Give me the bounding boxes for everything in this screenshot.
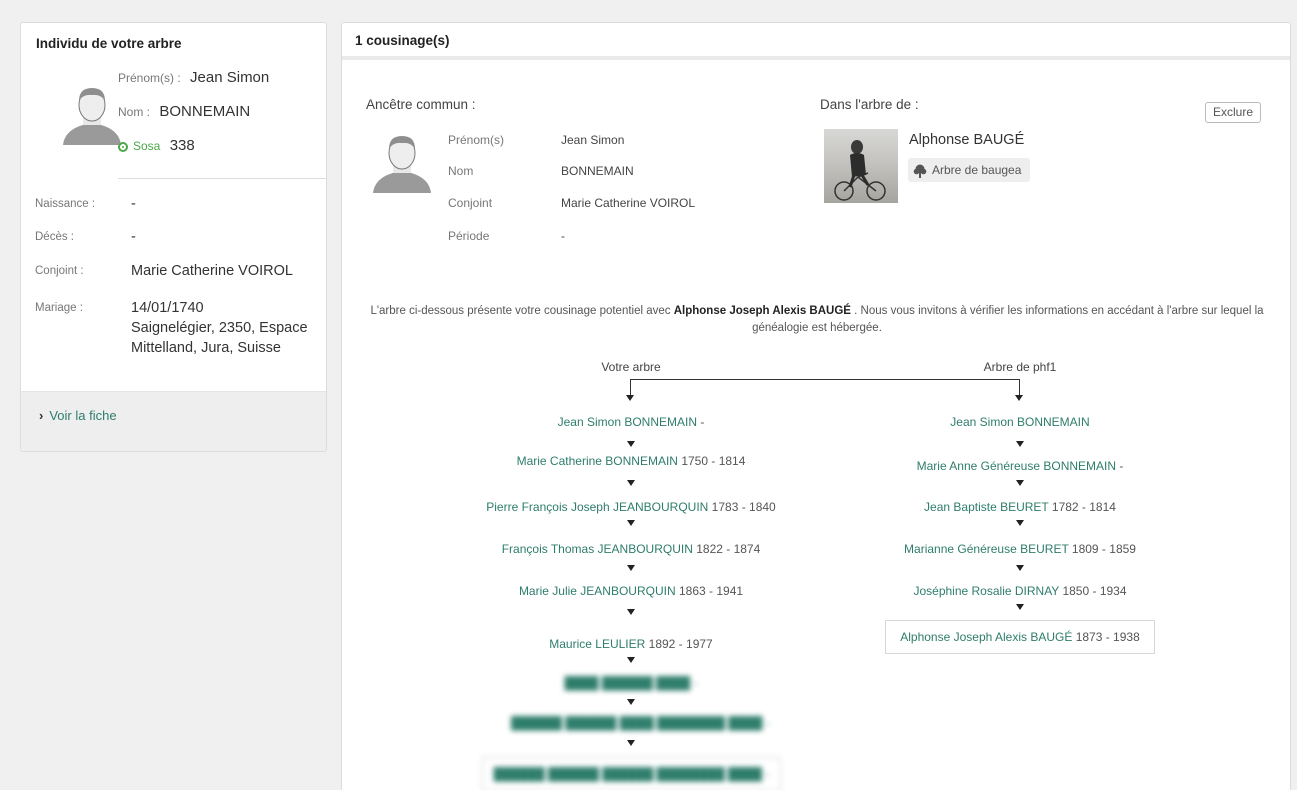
tree-link-label: Arbre de baugea (932, 163, 1022, 177)
prenom-label: Prénom(s) : (118, 71, 181, 85)
intro-text: L'arbre ci-dessous présente votre cousin… (362, 303, 1272, 337)
person-avatar-icon (63, 88, 121, 145)
prenom-row: Prénom(s) : Jean Simon (118, 69, 269, 86)
nom-label: Nom : (118, 105, 151, 119)
divider (118, 178, 326, 179)
ancetre-conjoint-value: Marie Catherine VOIROL (561, 196, 696, 210)
sosa-row: Sosa 338 (118, 137, 195, 154)
deces-value: - (131, 229, 136, 245)
naissance-value: - (131, 196, 136, 212)
arrow-down-icon (1016, 441, 1024, 447)
person-photo (824, 129, 898, 203)
ancetre-periode-label: Période (448, 229, 490, 243)
right-tree-heading: Arbre de phf1 (983, 360, 1057, 374)
left-tree-heading: Votre arbre (601, 360, 661, 374)
tree-node[interactable]: Jean Simon BONNEMAIN - (481, 415, 781, 429)
tree-node[interactable]: Pierre François Joseph JEANBOURQUIN 1783… (421, 500, 841, 514)
mariage-label: Mariage : (35, 302, 83, 314)
prenom-value: Jean Simon (190, 69, 270, 86)
nom-value: BONNEMAIN (159, 103, 251, 120)
arrow-down-icon (627, 657, 635, 663)
tree-node[interactable]: Jean Baptiste BEURET 1782 - 1814 (830, 500, 1210, 514)
voir-fiche-footer: › Voir la fiche (21, 391, 326, 451)
arrow-down-icon (1016, 604, 1024, 610)
chevron-right-icon: › (39, 408, 44, 423)
tree-node[interactable]: Marie Julie JEANBOURQUIN 1863 - 1941 (441, 584, 821, 598)
arrow-down-icon (627, 740, 635, 746)
naissance-label: Naissance : (35, 198, 96, 210)
tree-node[interactable]: Jean Simon BONNEMAIN (870, 415, 1170, 429)
panel-title: 1 cousinage(s) (355, 33, 450, 48)
tree-node[interactable]: François Thomas JEANBOURQUIN 1822 - 1874 (441, 542, 821, 556)
ancetre-commun-heading: Ancêtre commun : (366, 97, 476, 112)
voir-fiche-link[interactable]: › Voir la fiche (39, 408, 117, 423)
ancetre-periode-value: - (561, 229, 565, 243)
conjoint-value: Marie Catherine VOIROL (131, 263, 293, 279)
ancetre-nom-value: BONNEMAIN (561, 164, 634, 178)
arrow-down-icon (627, 699, 635, 705)
arrow-down-icon (627, 565, 635, 571)
arrow-down-icon (627, 441, 635, 447)
blurred-tree-node: ██████ ██████ ██████ ████████ ████ - (482, 757, 781, 790)
connector-line (630, 379, 631, 395)
sosa-label: Sosa (133, 139, 161, 153)
tree-icon (913, 164, 927, 178)
mariage-date: 14/01/1740 (131, 300, 204, 316)
ancetre-prenom-label: Prénom(s) (448, 133, 505, 147)
individual-panel: Individu de votre arbre Prénom(s) : Jean… (20, 22, 327, 452)
connector-line (1019, 379, 1020, 395)
blurred-tree-node: ██████ ██████ ████ ████████ ████ - (511, 716, 770, 730)
blurred-tree-node: ████ ██████ ████ - (564, 676, 698, 690)
arrow-down-icon (1016, 520, 1024, 526)
arrow-down-icon (1016, 565, 1024, 571)
ancetre-prenom-value: Jean Simon (561, 133, 625, 147)
tree-node-target[interactable]: Alphonse Joseph Alexis BAUGÉ 1873 - 1938 (885, 620, 1155, 654)
arrow-down-icon (627, 609, 635, 615)
tree-node[interactable]: Marie Catherine BONNEMAIN 1750 - 1814 (441, 454, 821, 468)
deces-label: Décès : (35, 231, 74, 243)
tree-node[interactable]: Joséphine Rosalie DIRNAY 1850 - 1934 (830, 584, 1210, 598)
nom-row: Nom : BONNEMAIN (118, 103, 250, 120)
person-avatar-icon (373, 136, 431, 193)
tree-node[interactable]: Marianne Généreuse BEURET 1809 - 1859 (830, 542, 1210, 556)
arrow-down-icon (1016, 480, 1024, 486)
person-name: Alphonse BAUGÉ (909, 132, 1025, 148)
connector-line (630, 379, 1019, 380)
exclure-button[interactable]: Exclure (1205, 102, 1262, 123)
cousinage-panel: 1 cousinage(s) Ancêtre commun : Prénom(s… (341, 22, 1291, 790)
panel-header: 1 cousinage(s) (342, 23, 1290, 60)
ancetre-nom-label: Nom (448, 164, 474, 178)
dans-arbre-heading: Dans l'arbre de : (820, 97, 919, 112)
sosa-radio-icon (118, 141, 128, 152)
arrow-down-icon (626, 395, 634, 401)
conjoint-label: Conjoint : (35, 265, 84, 277)
tree-node[interactable]: Marie Anne Généreuse BONNEMAIN - (830, 459, 1210, 473)
arrow-down-icon (1015, 395, 1023, 401)
ancetre-conjoint-label: Conjoint (448, 196, 493, 210)
tree-node[interactable]: Maurice LEULIER 1892 - 1977 (441, 637, 821, 651)
voir-fiche-label: Voir la fiche (49, 408, 117, 423)
mariage-place: Saignelégier, 2350, Espace Mittelland, J… (131, 320, 308, 356)
arrow-down-icon (627, 480, 635, 486)
arrow-down-icon (627, 520, 635, 526)
sosa-value: 338 (169, 137, 195, 154)
intro-person: Alphonse Joseph Alexis BAUGÉ (673, 305, 851, 317)
intro-part1: L'arbre ci-dessous présente votre cousin… (370, 305, 674, 317)
panel-title: Individu de votre arbre (36, 36, 182, 51)
tree-link-button[interactable]: Arbre de baugea (908, 158, 1031, 182)
